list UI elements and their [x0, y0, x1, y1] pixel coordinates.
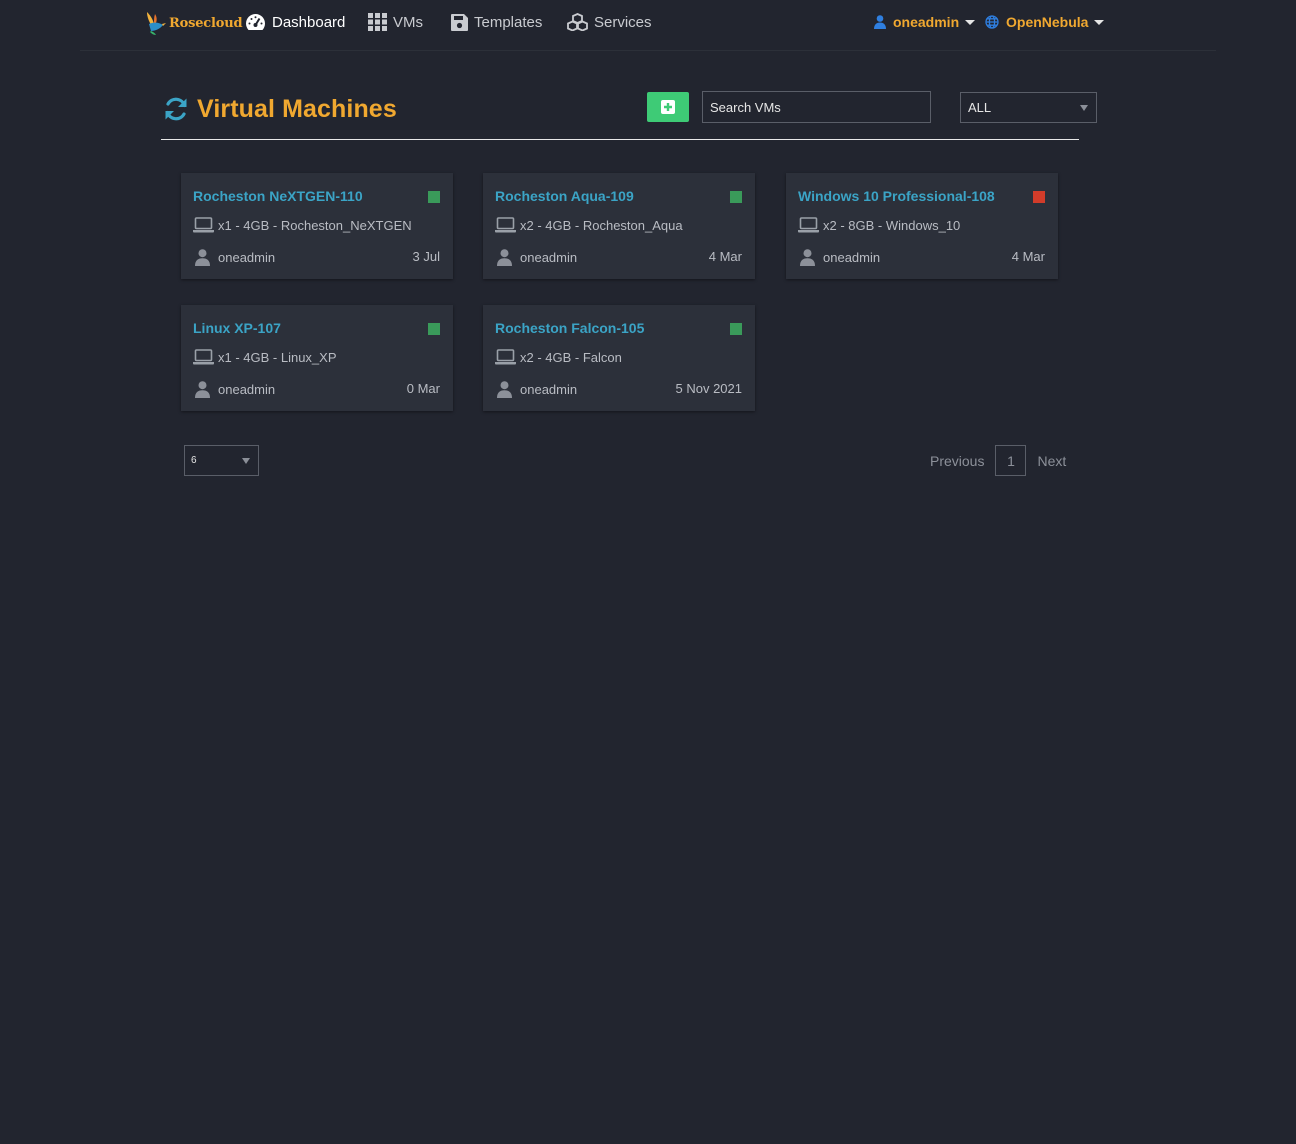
laptop-icon	[193, 217, 214, 233]
status-stopped-indicator	[1033, 191, 1045, 203]
user-icon	[195, 380, 210, 398]
nav-services[interactable]: Services	[567, 11, 652, 33]
laptop-icon	[495, 217, 516, 233]
dropdown-arrow-icon	[1080, 105, 1088, 111]
vm-date: 5 Nov 2021	[675, 381, 743, 396]
vm-spec: x2 - 4GB - Falcon	[495, 348, 622, 366]
vm-name[interactable]: Rocheston Aqua-109	[495, 188, 634, 204]
nav-vms[interactable]: VMs	[368, 11, 423, 33]
laptop-icon	[495, 349, 516, 365]
vm-owner-name: oneadmin	[520, 381, 578, 397]
vm-owner: oneadmin	[497, 248, 577, 266]
vm-owner-name: oneadmin	[823, 249, 881, 265]
hummingbird-logo-icon	[147, 12, 166, 35]
user-icon	[195, 248, 210, 266]
vm-card[interactable]: Rocheston Aqua-109 x2 - 4GB - Rocheston_…	[483, 173, 755, 279]
grid-icon	[368, 13, 387, 31]
brand-name: Rosecloud	[169, 15, 243, 31]
vm-spec: x1 - 4GB - Rocheston_NeXTGEN	[193, 216, 412, 234]
vm-spec: x2 - 8GB - Windows_10	[798, 216, 960, 234]
vm-name[interactable]: Windows 10 Professional-108	[798, 188, 995, 204]
vm-name[interactable]: Rocheston NeXTGEN-110	[193, 188, 363, 204]
user-menu-label: oneadmin	[893, 14, 960, 30]
laptop-icon	[193, 349, 214, 365]
top-navbar: Rosecloud Dashboard VMs Templates Servic…	[0, 0, 1296, 50]
brand-logo[interactable]: Rosecloud	[143, 10, 243, 36]
pagination-next-button[interactable]: Next	[1026, 453, 1066, 469]
nav-templates[interactable]: Templates	[451, 11, 542, 33]
vm-spec-text: x2 - 4GB - Falcon	[520, 349, 622, 365]
zone-menu[interactable]: OpenNebula	[985, 12, 1105, 32]
pagination-page-button[interactable]: 1	[995, 445, 1027, 476]
nav-dashboard-label: Dashboard	[272, 13, 346, 31]
nav-templates-label: Templates	[474, 13, 543, 31]
globe-icon	[985, 15, 999, 29]
page-size-select[interactable]: 6	[184, 445, 259, 476]
vm-owner: oneadmin	[195, 380, 275, 398]
vm-name[interactable]: Linux XP-107	[193, 320, 281, 336]
user-icon	[874, 15, 886, 29]
nav-vms-label: VMs	[393, 13, 423, 31]
dropdown-arrow-icon	[242, 458, 250, 464]
vm-name[interactable]: Rocheston Falcon-105	[495, 320, 644, 336]
vm-filter-select[interactable]: ALL	[960, 92, 1097, 123]
vm-owner-name: oneadmin	[218, 381, 276, 397]
vm-date: 3 Jul	[412, 249, 440, 264]
vm-spec-text: x2 - 8GB - Windows_10	[823, 217, 961, 233]
pagination: Previous 1 Next	[924, 445, 1066, 476]
vm-date: 4 Mar	[1011, 249, 1045, 264]
vm-date: 0 Mar	[406, 381, 440, 396]
status-running-indicator	[730, 323, 742, 335]
nav-dashboard[interactable]: Dashboard	[245, 11, 345, 33]
page-size-value: 6	[191, 455, 197, 466]
floppy-disk-icon	[451, 13, 468, 31]
nav-services-label: Services	[594, 13, 652, 31]
vm-owner: oneadmin	[497, 380, 577, 398]
vm-owner: oneadmin	[195, 248, 275, 266]
vm-spec-text: x2 - 4GB - Rocheston_Aqua	[520, 217, 683, 233]
title-divider	[161, 139, 1079, 140]
user-icon	[497, 380, 512, 398]
cubes-icon	[567, 13, 588, 31]
vm-card[interactable]: Rocheston NeXTGEN-110 x1 - 4GB - Rochest…	[181, 173, 453, 279]
user-icon	[497, 248, 512, 266]
add-vm-button[interactable]	[647, 92, 689, 122]
chevron-down-icon	[1094, 19, 1105, 25]
vm-owner-name: oneadmin	[520, 249, 578, 265]
page-title-bar: Virtual Machines	[163, 94, 397, 124]
status-running-indicator	[428, 191, 440, 203]
vm-spec: x2 - 4GB - Rocheston_Aqua	[495, 216, 683, 234]
page-title: Virtual Machines	[197, 94, 397, 123]
tachometer-icon	[246, 14, 265, 30]
navbar-divider	[80, 50, 1216, 51]
vm-owner-name: oneadmin	[218, 249, 276, 265]
vm-filter-value: ALL	[968, 100, 992, 115]
vm-card[interactable]: Rocheston Falcon-105 x2 - 4GB - Falcon o…	[483, 305, 755, 411]
vm-card[interactable]: Linux XP-107 x1 - 4GB - Linux_XP oneadmi…	[181, 305, 453, 411]
vm-owner: oneadmin	[800, 248, 880, 266]
refresh-icon[interactable]	[163, 96, 189, 122]
vm-date: 4 Mar	[708, 249, 742, 264]
zone-menu-label: OpenNebula	[1006, 14, 1089, 30]
user-icon	[800, 248, 815, 266]
search-vms-input[interactable]	[702, 91, 931, 123]
vm-card[interactable]: Windows 10 Professional-108 x2 - 8GB - W…	[786, 173, 1058, 279]
status-running-indicator	[428, 323, 440, 335]
status-running-indicator	[730, 191, 742, 203]
pagination-previous-button[interactable]: Previous	[924, 453, 995, 469]
laptop-icon	[798, 217, 819, 233]
chevron-down-icon	[965, 19, 976, 25]
vm-spec-text: x1 - 4GB - Linux_XP	[218, 349, 337, 365]
user-menu[interactable]: oneadmin	[874, 12, 976, 32]
vm-spec: x1 - 4GB - Linux_XP	[193, 348, 337, 366]
plus-square-icon	[661, 100, 675, 114]
vm-spec-text: x1 - 4GB - Rocheston_NeXTGEN	[218, 217, 412, 233]
